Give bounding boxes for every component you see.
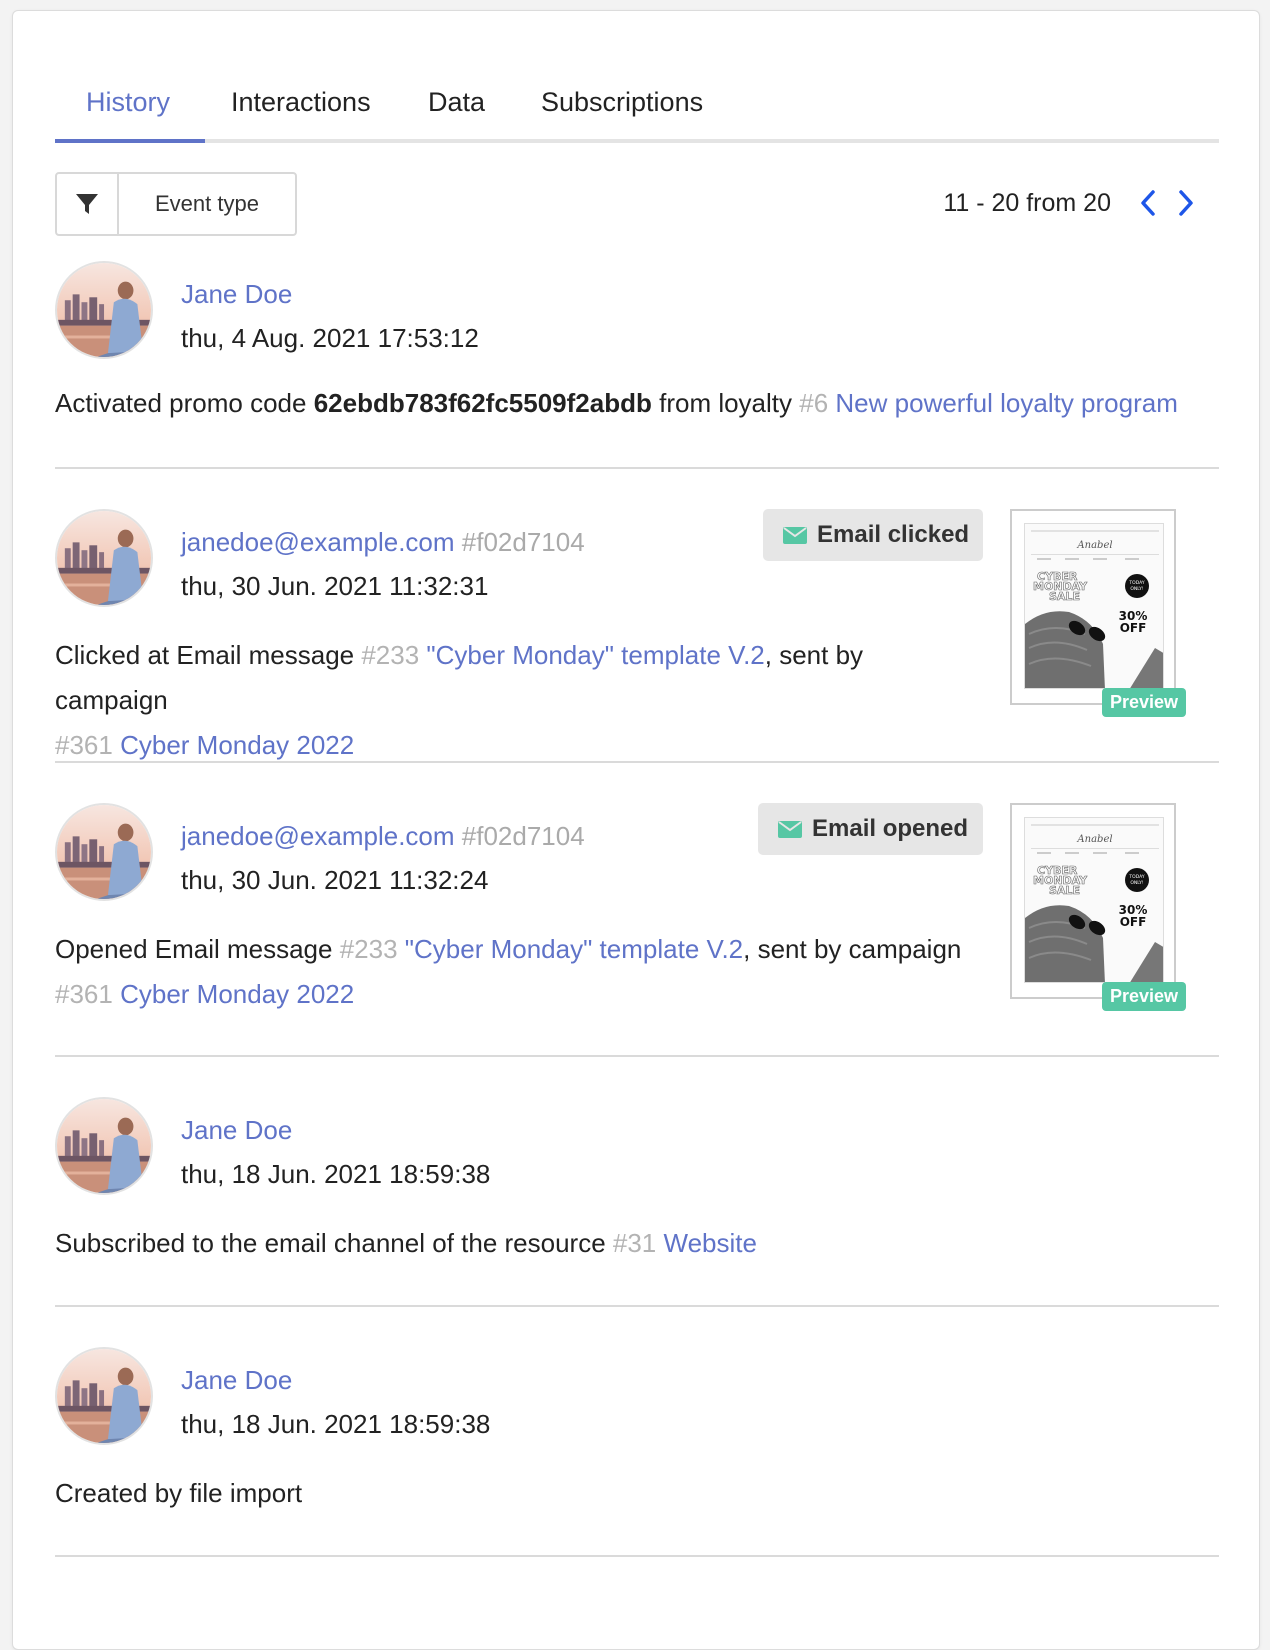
avatar [55, 261, 153, 359]
promo-code: 62ebdb783f62fc5509f2abdb [313, 388, 652, 418]
email-clicked-badge: Email clicked [763, 509, 983, 561]
resource-link[interactable]: Website [664, 1228, 757, 1258]
avatar [55, 509, 153, 607]
avatar [55, 1347, 153, 1445]
description-text: Subscribed to the email channel of the r… [55, 1228, 613, 1258]
tab-interactions[interactable]: Interactions [231, 87, 371, 118]
envelope-icon [783, 526, 807, 544]
history-event: Jane Doe thu, 4 Aug. 2021 17:53:12 Activ… [55, 251, 1219, 469]
svg-text:OFF: OFF [1120, 621, 1147, 635]
svg-text:TODAY: TODAY [1128, 580, 1144, 586]
author-email-link[interactable]: janedoe@example.com [181, 821, 455, 851]
svg-text:OFF: OFF [1120, 915, 1147, 929]
campaign-link[interactable]: Cyber Monday 2022 [120, 979, 354, 1009]
author-id: #f02d7104 [461, 527, 585, 557]
svg-text:Anabel: Anabel [1076, 834, 1112, 845]
email-preview-image: Anabel CYBER MONDAY SALE TODAY ONLY! 30%… [1024, 817, 1164, 983]
message-link[interactable]: "Cyber Monday" template V.2 [426, 640, 764, 670]
svg-text:ONLY!: ONLY! [1130, 880, 1144, 886]
history-event: janedoe@example.com #f02d7104 thu, 30 Ju… [55, 763, 1219, 1057]
preview-button[interactable]: Preview [1101, 688, 1186, 717]
email-preview-image: Anabel CYBER MONDAY SALE TODAY ONLY! 30%… [1024, 523, 1164, 689]
event-description: Clicked at Email message #233 "Cyber Mon… [55, 633, 975, 768]
event-author[interactable]: Jane Doe [181, 1365, 292, 1396]
description-text: , sent by campaign [743, 934, 962, 964]
author-id: #f02d7104 [461, 821, 585, 851]
event-author[interactable]: Jane Doe [181, 279, 292, 310]
campaign-id: #361 [55, 979, 113, 1009]
description-text: Opened Email message [55, 934, 340, 964]
tab-history[interactable]: History [86, 87, 170, 118]
event-type-filter[interactable]: Event type [55, 172, 297, 236]
event-date: thu, 30 Jun. 2021 11:32:24 [181, 865, 489, 895]
svg-text:SALE: SALE [1049, 590, 1080, 603]
event-date: thu, 4 Aug. 2021 17:53:12 [181, 323, 479, 353]
event-date: thu, 18 Jun. 2021 18:59:38 [181, 1159, 491, 1189]
campaign-link[interactable]: Cyber Monday 2022 [120, 730, 354, 760]
event-description: Opened Email message #233 "Cyber Monday"… [55, 927, 975, 1017]
author-email-link[interactable]: janedoe@example.com [181, 527, 455, 557]
loyalty-link[interactable]: New powerful loyalty program [835, 388, 1177, 418]
svg-text:TODAY: TODAY [1128, 874, 1144, 880]
tab-bar: History Interactions Data Subscriptions [55, 51, 1219, 143]
event-description: Created by file import [55, 1478, 303, 1508]
avatar [55, 803, 153, 901]
event-author: janedoe@example.com #f02d7104 [181, 821, 585, 852]
email-opened-badge: Email opened [758, 803, 983, 855]
history-event: Jane Doe thu, 18 Jun. 2021 18:59:38 Crea… [55, 1307, 1219, 1557]
filter-label: Event type [155, 191, 259, 216]
active-tab-indicator [55, 139, 205, 143]
badge-label: Email clicked [817, 521, 970, 548]
resource-id: #31 [612, 1228, 657, 1258]
message-id: #233 [361, 640, 420, 670]
description-text: Clicked at Email message [55, 640, 362, 670]
tab-data[interactable]: Data [428, 87, 485, 118]
event-description: Activated promo code 62ebdb783f62fc5509f… [55, 381, 1178, 426]
message-id: #233 [339, 934, 398, 964]
history-event: janedoe@example.com #f02d7104 thu, 30 Ju… [55, 469, 1219, 763]
svg-text:ONLY!: ONLY! [1130, 586, 1144, 592]
envelope-icon [778, 820, 802, 838]
badge-label: Email opened [812, 815, 969, 842]
description-text: from loyalty [651, 388, 800, 418]
email-thumbnail[interactable]: Anabel CYBER MONDAY SALE TODAY ONLY! 30%… [1010, 509, 1186, 717]
pagination-range: 11 - 20 from 20 [943, 189, 1111, 217]
event-date: thu, 18 Jun. 2021 18:59:38 [181, 1409, 491, 1439]
description-text: Activated promo code [55, 388, 314, 418]
svg-text:Anabel: Anabel [1076, 540, 1112, 551]
preview-button[interactable]: Preview [1101, 982, 1186, 1011]
email-thumbnail[interactable]: Anabel CYBER MONDAY SALE TODAY ONLY! 30%… [1010, 803, 1186, 1011]
pagination: 11 - 20 from 20 [919, 181, 1219, 225]
event-author: janedoe@example.com #f02d7104 [181, 527, 585, 558]
svg-text:SALE: SALE [1049, 884, 1080, 897]
loyalty-id: #6 [799, 388, 829, 418]
history-event: Jane Doe thu, 18 Jun. 2021 18:59:38 Subs… [55, 1057, 1219, 1307]
event-date: thu, 30 Jun. 2021 11:32:31 [181, 571, 489, 601]
filter-icon[interactable] [57, 174, 119, 234]
message-link[interactable]: "Cyber Monday" template V.2 [405, 934, 743, 964]
history-card: History Interactions Data Subscriptions … [12, 10, 1260, 1650]
campaign-id: #361 [55, 730, 113, 760]
event-author[interactable]: Jane Doe [181, 1115, 292, 1146]
tab-subscriptions[interactable]: Subscriptions [541, 87, 703, 118]
avatar [55, 1097, 153, 1195]
chevron-right-icon[interactable] [1171, 185, 1201, 221]
chevron-left-icon[interactable] [1133, 185, 1163, 221]
event-description: Subscribed to the email channel of the r… [55, 1221, 757, 1266]
